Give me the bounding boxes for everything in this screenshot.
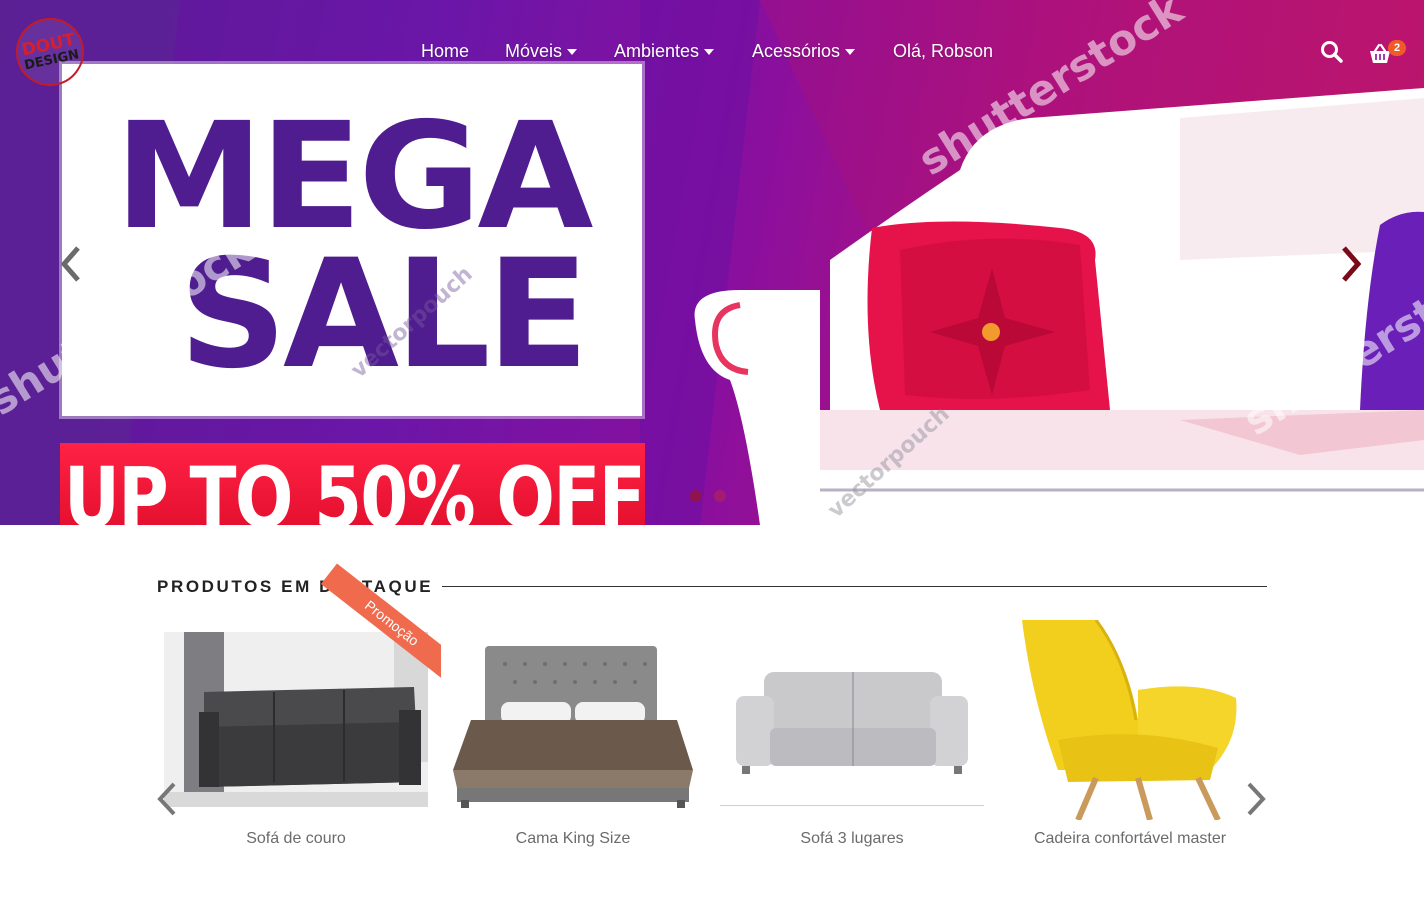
product-image-sofa-couro: [164, 632, 428, 807]
king-bed-image: [453, 646, 693, 808]
products-next-button[interactable]: [1243, 780, 1269, 818]
product-name: Sofá 3 lugares: [800, 830, 904, 847]
hero-headline-line2: SALE: [178, 228, 589, 402]
section-divider: [442, 586, 1267, 587]
product-name: Sofá de couro: [246, 830, 346, 847]
nav-acessorios-label: Acessórios: [752, 41, 841, 61]
hero-prev-button[interactable]: [56, 244, 86, 284]
nav-moveis-label: Móveis: [505, 41, 563, 61]
hero-offer-band: UP TO 50% OFF: [60, 443, 645, 525]
carousel-dot-2[interactable]: [714, 490, 726, 502]
main-navigation: Home Móveis Ambientes Acessórios Olá, Ro…: [0, 41, 1424, 65]
yellow-armchair-image: [1022, 620, 1237, 820]
chevron-right-icon: [1247, 782, 1266, 816]
product-image-cadeira-master: [998, 620, 1262, 820]
nav-ambientes-dropdown[interactable]: Ambientes: [614, 41, 715, 62]
chevron-right-icon: [1342, 246, 1362, 282]
hero-next-button[interactable]: [1336, 244, 1366, 284]
featured-section-title: PRODUTOS EM DESTAQUE: [157, 577, 434, 596]
caret-down-icon: [845, 49, 856, 56]
grey-sofa-image: [736, 672, 968, 774]
products-prev-button[interactable]: [154, 780, 180, 818]
product-name: Cama King Size: [515, 830, 631, 847]
carousel-dot-1[interactable]: [690, 490, 702, 502]
hero-offer-text: UP TO 50% OFF: [64, 449, 645, 525]
search-icon: [1321, 41, 1343, 63]
hero-carousel-indicators: [690, 490, 726, 502]
hero-banner: MEGA SALE UP TO 50% OFF shutterstock shu…: [0, 0, 1424, 525]
nav-home-link[interactable]: Home: [421, 41, 469, 62]
nav-user-greeting[interactable]: Olá, Robson: [893, 41, 993, 62]
product-image-sofa-3-lugares: [720, 620, 984, 806]
leather-sofa-image: [164, 632, 428, 807]
cart-button[interactable]: 2: [1368, 40, 1408, 66]
caret-down-icon: [567, 49, 578, 56]
nav-acessorios-dropdown[interactable]: Acessórios: [752, 41, 856, 62]
search-button[interactable]: [1320, 40, 1344, 64]
nav-moveis-dropdown[interactable]: Móveis: [505, 41, 578, 62]
mega-sale-card: MEGA SALE: [62, 64, 642, 416]
cart-count-badge: 2: [1388, 40, 1406, 56]
nav-ambientes-label: Ambientes: [614, 41, 700, 61]
caret-down-icon: [704, 49, 715, 56]
chevron-left-icon: [157, 782, 176, 816]
product-image-cama-king: [441, 620, 705, 820]
chevron-left-icon: [60, 246, 80, 282]
product-name: Cadeira confortável master: [1033, 830, 1227, 847]
